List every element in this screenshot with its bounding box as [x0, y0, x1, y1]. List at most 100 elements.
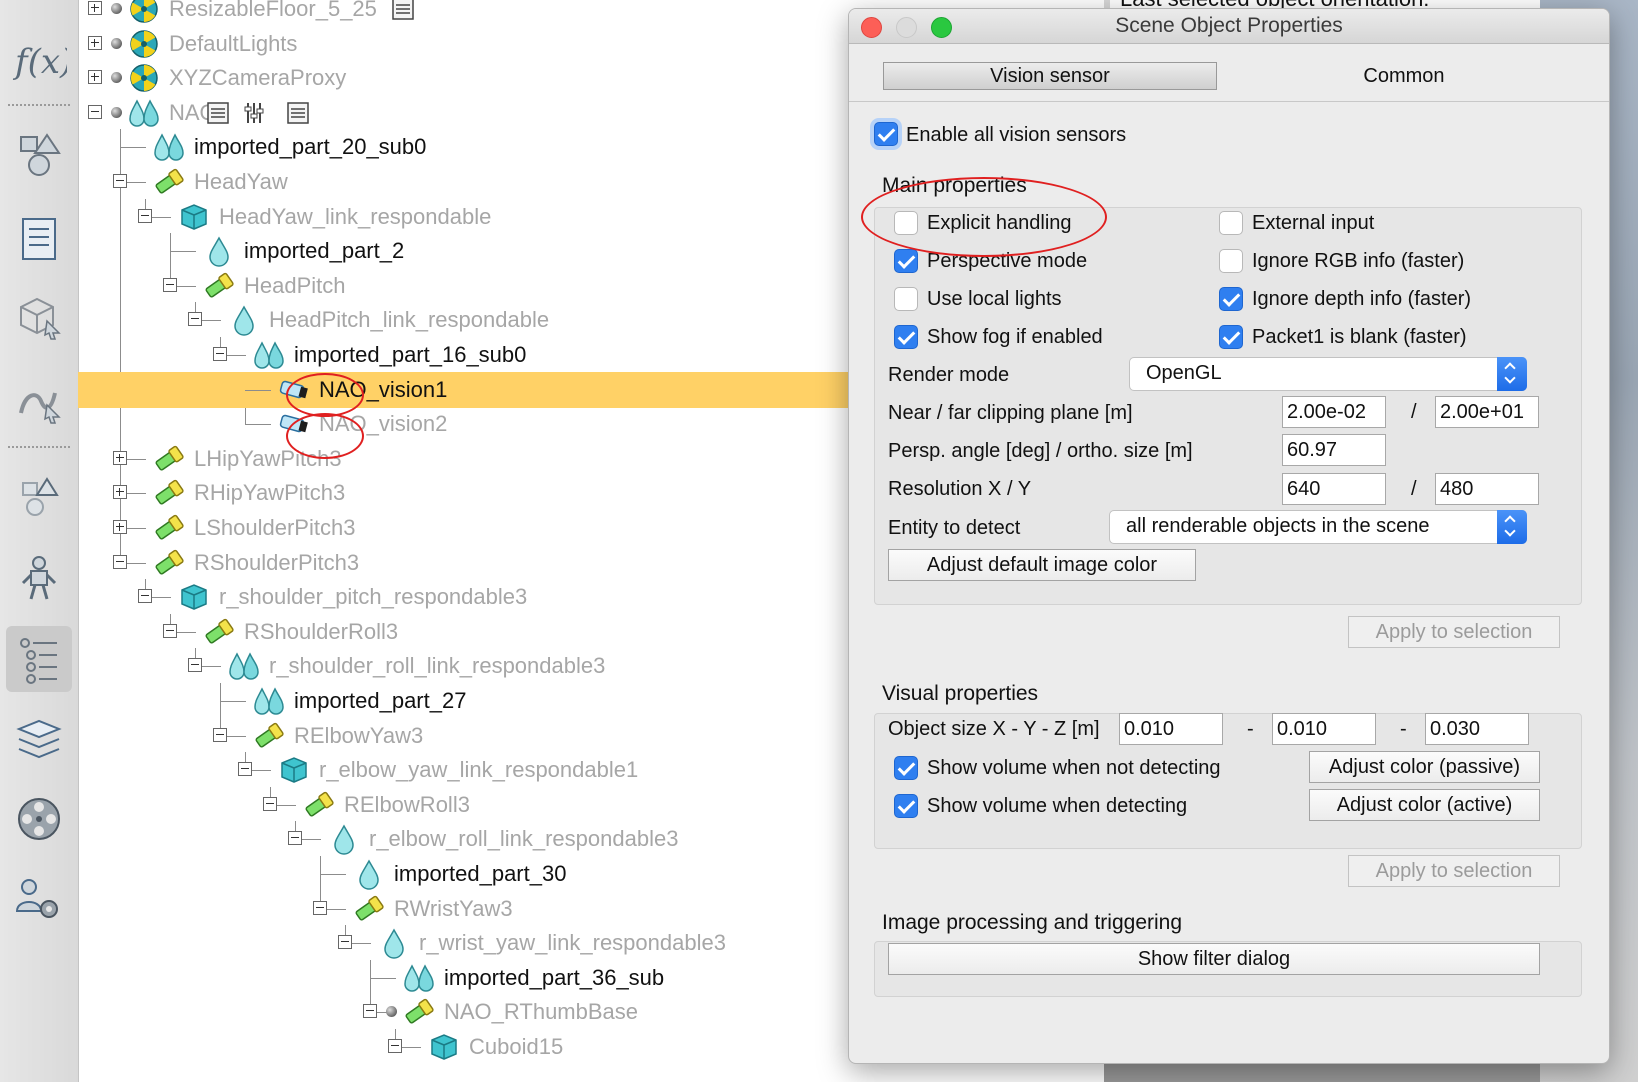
collapse-icon[interactable]: [213, 347, 227, 361]
resolution-x-input[interactable]: 640: [1282, 473, 1386, 505]
title-bar[interactable]: Scene Object Properties: [849, 9, 1609, 44]
toolbar-separator: [8, 104, 70, 106]
collapse-icon[interactable]: [288, 831, 302, 846]
persp-angle-input[interactable]: 60.97: [1282, 434, 1386, 466]
tab-common[interactable]: Common: [1269, 62, 1539, 90]
collapse-icon[interactable]: [263, 796, 277, 811]
object-size-z-input[interactable]: 0.030: [1425, 713, 1529, 745]
explicit-handling-checkbox[interactable]: [894, 211, 918, 235]
show-volume-detecting-checkbox[interactable]: [894, 794, 918, 818]
tree-item-label: imported_part_20_sub0: [194, 134, 427, 160]
collapse-icon[interactable]: [363, 1004, 377, 1019]
near-clipping-input[interactable]: 2.00e-02: [1282, 396, 1386, 428]
entity-to-detect-select[interactable]: all renderable objects in the scene: [1109, 510, 1527, 544]
ignore-depth-checkbox[interactable]: [1219, 287, 1243, 311]
tree-item-label: LShoulderPitch3: [194, 515, 356, 540]
collapse-icon[interactable]: [238, 762, 252, 777]
far-clipping-input[interactable]: 2.00e+01: [1435, 396, 1539, 428]
collapse-icon[interactable]: [313, 900, 327, 915]
toolbar-separator: [8, 446, 70, 448]
ignore-rgb-checkbox[interactable]: [1219, 249, 1243, 273]
collapse-icon[interactable]: [188, 658, 202, 673]
shapes-icon[interactable]: [6, 122, 72, 188]
adjust-color-passive-button[interactable]: Adjust color (passive): [1309, 751, 1540, 783]
path-select-icon[interactable]: [6, 368, 72, 434]
script-icon[interactable]: [206, 101, 230, 125]
show-filter-dialog-button[interactable]: Show filter dialog: [888, 943, 1540, 975]
tree-item-label: r_elbow_roll_link_respondable3: [369, 826, 679, 852]
tree-item-label: NAO_vision1: [319, 376, 448, 402]
collapse-icon[interactable]: [113, 554, 127, 569]
shape-icon: [228, 304, 260, 337]
model-dot-icon: [111, 37, 122, 49]
adjust-color-active-button[interactable]: Adjust color (active): [1309, 789, 1540, 821]
dialog-title: Scene Object Properties: [1115, 14, 1343, 37]
expand-icon[interactable]: [88, 70, 102, 85]
joint-icon: [153, 166, 185, 198]
collapse-icon[interactable]: [213, 727, 227, 742]
use-local-lights-checkbox[interactable]: [894, 287, 918, 311]
expand-icon[interactable]: [88, 1, 102, 15]
tab-divider: [849, 101, 1609, 102]
user-settings-icon[interactable]: [6, 866, 72, 932]
tree-item-label: HeadYaw: [194, 169, 288, 194]
collapse-icon[interactable]: [113, 174, 127, 188]
use-local-lights-label: Use local lights: [927, 288, 1062, 310]
show-fog-checkbox[interactable]: [894, 325, 918, 349]
collapse-icon[interactable]: [188, 312, 202, 327]
model-icon: [128, 0, 160, 25]
show-volume-not-detecting-checkbox[interactable]: [894, 756, 918, 780]
sliders-icon[interactable]: [242, 101, 266, 125]
svg-text:f(x): f(x): [12, 42, 67, 82]
adjust-default-image-color-button[interactable]: Adjust default image color: [888, 549, 1196, 581]
camera-icon: [278, 374, 310, 406]
document-icon[interactable]: [6, 206, 72, 272]
main-properties-title: Main properties: [882, 174, 1027, 197]
tree-item-label: r_wrist_yaw_link_respondable3: [419, 930, 726, 956]
perspective-mode-checkbox[interactable]: [894, 249, 918, 273]
function-icon[interactable]: f(x): [6, 28, 72, 94]
robot-icon[interactable]: [6, 546, 72, 612]
entity-to-detect-label: Entity to detect: [888, 517, 1021, 539]
tree-item-label: DefaultLights: [169, 30, 298, 56]
expand-icon[interactable]: [113, 520, 127, 534]
cube-icon: [178, 581, 210, 613]
collapse-icon[interactable]: [88, 104, 102, 119]
external-input-checkbox[interactable]: [1219, 211, 1243, 235]
shape-multi-icon: [253, 339, 285, 371]
scene-hierarchy-icon[interactable]: [6, 626, 72, 692]
expand-icon[interactable]: [113, 450, 127, 465]
object-size-x-input[interactable]: 0.010: [1119, 713, 1223, 745]
model-dot-icon: [111, 106, 122, 118]
film-reel-icon[interactable]: [6, 786, 72, 852]
shape-multi-icon: [403, 962, 435, 994]
collapse-icon[interactable]: [163, 277, 177, 292]
apply-to-selection-button[interactable]: Apply to selection: [1348, 616, 1560, 648]
shapes-light-icon[interactable]: [6, 462, 72, 528]
object-size-y-input[interactable]: 0.010: [1272, 713, 1376, 745]
collapse-icon[interactable]: [163, 623, 177, 638]
layers-icon[interactable]: [6, 706, 72, 772]
enable-all-vision-sensors-checkbox[interactable]: [874, 122, 898, 146]
collapse-icon[interactable]: [338, 935, 352, 950]
expand-icon[interactable]: [113, 485, 127, 500]
apply-to-selection-button[interactable]: Apply to selection: [1348, 855, 1560, 887]
scene-object-properties-dialog: Scene Object Properties Vision sensor Co…: [848, 8, 1610, 1064]
script-icon[interactable]: [391, 0, 415, 21]
object-size-label: Object size X - Y - Z [m]: [888, 718, 1100, 740]
model-icon: [128, 62, 160, 94]
expand-icon[interactable]: [88, 35, 102, 50]
render-mode-select[interactable]: OpenGL: [1129, 357, 1527, 391]
collapse-icon[interactable]: [138, 208, 152, 223]
script-icon[interactable]: [286, 101, 310, 125]
shape-icon: [328, 823, 360, 856]
collapse-icon[interactable]: [138, 589, 152, 604]
tab-vision-sensor[interactable]: Vision sensor: [883, 62, 1217, 90]
tree-connector: [220, 701, 246, 702]
collapse-icon[interactable]: [388, 1039, 402, 1053]
cube-select-icon[interactable]: [6, 284, 72, 350]
packet1-blank-checkbox[interactable]: [1219, 325, 1243, 349]
resolution-y-input[interactable]: 480: [1435, 473, 1539, 505]
tree-item-label: LHipYawPitch3: [194, 445, 342, 471]
tree-item-label: RElbowRoll3: [344, 791, 470, 817]
